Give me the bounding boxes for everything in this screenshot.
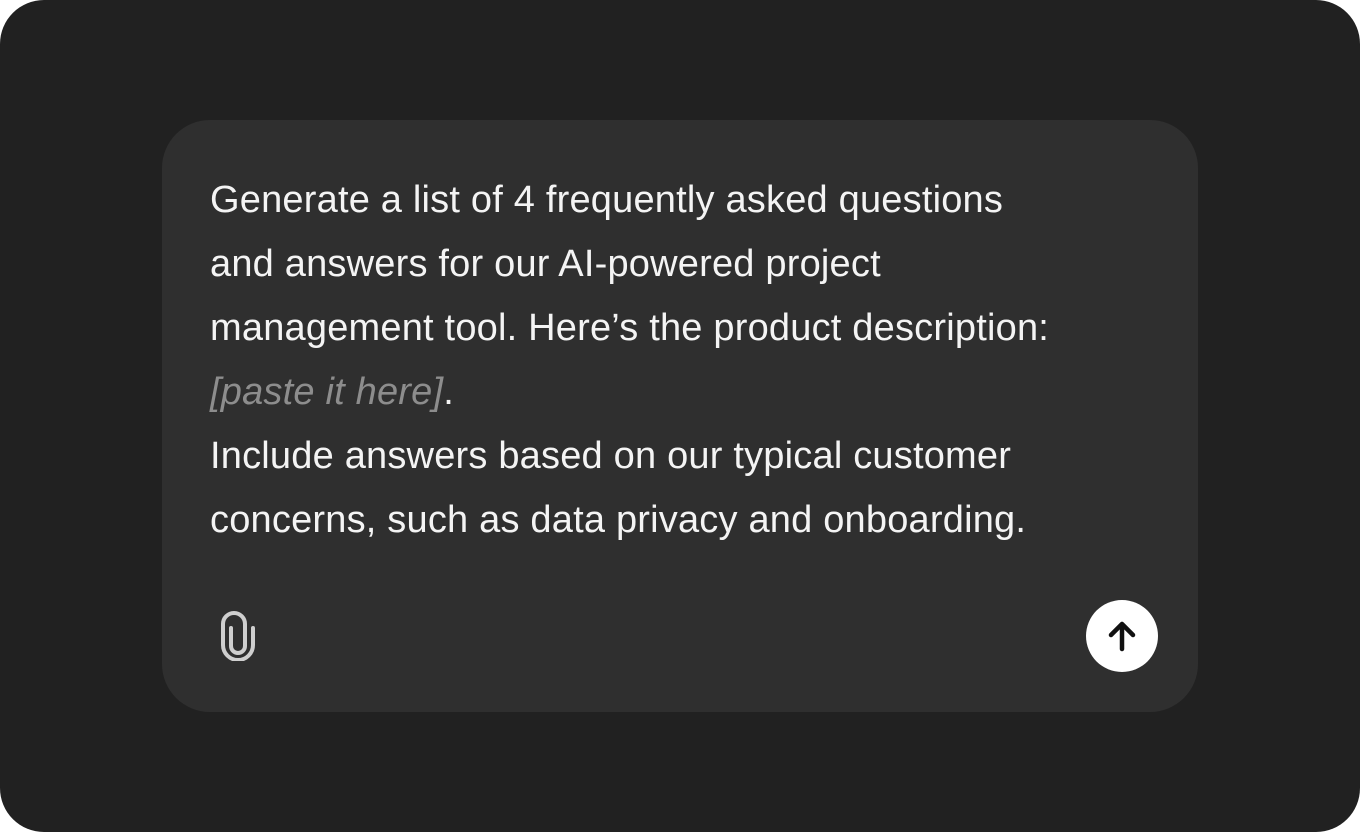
prompt-line: management tool. Here’s the product desc… (210, 307, 1050, 349)
arrow-up-icon (1108, 621, 1136, 652)
prompt-line: Generate a list of 4 frequently asked qu… (210, 179, 1004, 221)
prompt-input[interactable]: Generate a list of 4 frequently asked qu… (210, 168, 1170, 552)
prompt-line: concerns, such as data privacy and onboa… (210, 499, 1027, 541)
app-window: Generate a list of 4 frequently asked qu… (0, 0, 1360, 832)
prompt-line: and answers for our AI-powered project (210, 243, 881, 285)
paperclip-icon (221, 611, 255, 661)
attach-button[interactable] (214, 610, 262, 662)
send-button[interactable] (1086, 600, 1158, 672)
prompt-line: Include answers based on our typical cus… (210, 435, 1012, 477)
prompt-composer[interactable]: Generate a list of 4 frequently asked qu… (162, 120, 1198, 712)
prompt-punctuation: . (443, 371, 455, 413)
prompt-placeholder[interactable]: [paste it here] (210, 371, 443, 413)
